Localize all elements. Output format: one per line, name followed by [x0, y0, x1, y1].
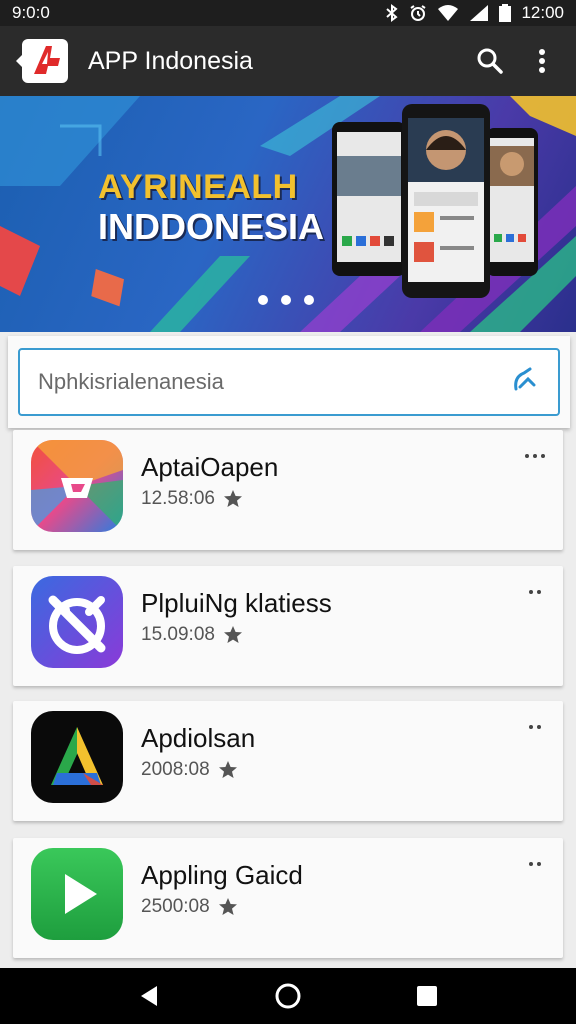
search-box[interactable]	[18, 348, 560, 416]
app-meta-text: 15.09:08	[141, 624, 215, 645]
more-options-button[interactable]	[523, 590, 547, 602]
phone-left	[332, 122, 406, 276]
recents-button[interactable]	[407, 976, 447, 1016]
app-title: APP Indonesia	[88, 46, 253, 75]
app-icon	[31, 848, 123, 940]
list-item[interactable]: AptaiOapen 12.58:06	[13, 430, 563, 550]
alarm-icon	[409, 4, 427, 22]
app-icon	[31, 576, 123, 668]
app-name: Appling Gaicd	[141, 860, 303, 890]
banner-subtitle: INDDONESIA	[98, 206, 325, 247]
app-meta-text: 2008:08	[141, 759, 210, 780]
star-icon	[218, 761, 237, 778]
phone-right	[486, 128, 538, 276]
voice-search-icon[interactable]	[510, 365, 540, 400]
wifi-icon	[437, 4, 459, 22]
banner-title: AYRINEALH	[98, 168, 298, 206]
app-icon	[31, 440, 123, 532]
list-item[interactable]: Appling Gaicd 2500:08	[13, 838, 563, 958]
app-logo[interactable]	[10, 36, 70, 86]
app-name: AptaiOapen	[141, 452, 279, 482]
star-icon	[218, 898, 237, 915]
promo-banner[interactable]: AYRINEALH INDDONESIA	[0, 96, 576, 332]
app-bar: APP Indonesia	[0, 26, 576, 96]
star-icon	[223, 626, 242, 643]
back-icon	[141, 986, 158, 1006]
battery-icon	[499, 4, 512, 22]
search-input[interactable]	[38, 369, 510, 395]
status-time: 9:0:0	[12, 3, 50, 22]
bluetooth-icon	[385, 4, 399, 22]
home-icon	[275, 983, 301, 1009]
app-icon	[31, 711, 123, 803]
app-meta-text: 12.58:06	[141, 488, 215, 509]
overflow-menu-button[interactable]	[522, 41, 562, 81]
more-vert-icon	[539, 49, 545, 73]
search-icon	[477, 48, 503, 74]
search-container	[8, 336, 570, 428]
app-meta: 15.09:08	[141, 624, 243, 646]
home-button[interactable]	[268, 976, 308, 1016]
app-name: PlpluiNg klatiess	[141, 588, 332, 618]
more-options-button[interactable]	[523, 725, 547, 737]
carousel-dot[interactable]	[304, 295, 314, 305]
navigation-bar	[0, 968, 576, 1024]
more-options-button[interactable]	[523, 862, 547, 874]
more-options-button[interactable]	[523, 454, 547, 466]
app-meta: 2500:08	[141, 896, 238, 918]
status-bar: 9:0:0 12:00	[0, 0, 576, 26]
back-button[interactable]	[129, 976, 169, 1016]
status-clock: 12:00	[521, 3, 564, 22]
star-icon	[223, 490, 242, 507]
search-button[interactable]	[470, 41, 510, 81]
app-name: Apdiolsan	[141, 723, 256, 753]
app-meta: 12.58:06	[141, 488, 243, 510]
carousel-dot[interactable]	[281, 295, 291, 305]
recents-icon	[416, 986, 437, 1006]
list-item[interactable]: Apdiolsan 2008:08	[13, 701, 563, 821]
phone-center	[402, 104, 490, 298]
carousel-dot[interactable]	[258, 295, 268, 305]
list-item[interactable]: PlpluiNg klatiess 15.09:08	[13, 566, 563, 686]
app-meta-text: 2500:08	[141, 896, 210, 917]
signal-icon	[469, 4, 489, 22]
carousel-indicator	[258, 295, 314, 305]
app-meta: 2008:08	[141, 759, 238, 781]
